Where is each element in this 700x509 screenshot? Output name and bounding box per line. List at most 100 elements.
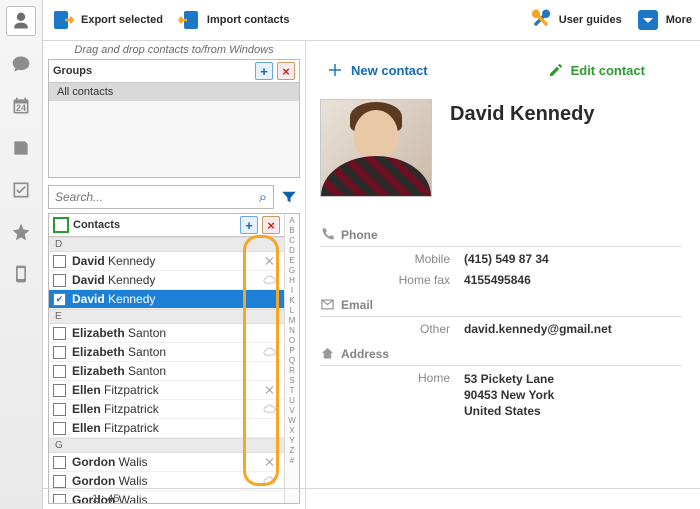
contact-row[interactable]: Ellen Fitzpatrick xyxy=(49,419,284,438)
add-contact-button[interactable]: + xyxy=(240,216,258,234)
contacts-list[interactable]: Contacts + × DDavid KennedyDavid Kennedy… xyxy=(49,214,284,503)
delete-contact-button[interactable]: × xyxy=(262,216,280,234)
row-checkbox[interactable] xyxy=(53,255,66,268)
alpha-E[interactable]: E xyxy=(289,256,294,266)
edit-contact-label: Edit contact xyxy=(571,63,645,78)
search-input[interactable] xyxy=(49,190,253,204)
row-checkbox[interactable] xyxy=(53,403,66,416)
select-all-checkbox[interactable] xyxy=(53,217,69,233)
rail-calendar[interactable]: 24 xyxy=(7,92,35,120)
group-all-contacts[interactable]: All contacts xyxy=(49,83,299,101)
alpha-C[interactable]: C xyxy=(289,236,295,246)
contact-row[interactable]: Ellen Fitzpatrick xyxy=(49,381,284,400)
more-button[interactable]: More xyxy=(636,8,692,32)
alpha-A[interactable]: A xyxy=(289,216,294,226)
rail-contacts[interactable] xyxy=(6,6,36,36)
add-group-button[interactable]: + xyxy=(255,62,273,80)
row-name: Elizabeth Santon xyxy=(72,345,252,359)
import-contacts-button[interactable]: Import contacts xyxy=(177,8,290,32)
alpha-M[interactable]: M xyxy=(289,316,296,326)
contact-row[interactable]: David Kennedy xyxy=(49,252,284,271)
row-name: Ellen Fitzpatrick xyxy=(72,402,252,416)
row-name: Elizabeth Santon xyxy=(72,326,252,340)
rail-messages[interactable] xyxy=(7,50,35,78)
row-name: Elizabeth Santon xyxy=(72,364,252,378)
calendar-day: 24 xyxy=(16,103,26,113)
search-icon[interactable]: ⌕ xyxy=(253,189,273,206)
alpha-N[interactable]: N xyxy=(289,326,295,336)
edit-contact-button[interactable]: Edit contact xyxy=(548,61,645,79)
new-contact-button[interactable]: New contact xyxy=(326,61,428,79)
plus-icon xyxy=(326,61,344,79)
import-label: Import contacts xyxy=(207,15,290,26)
contact-row[interactable]: Elizabeth Santon xyxy=(49,362,284,381)
alpha-B[interactable]: B xyxy=(289,226,294,236)
row-checkbox[interactable] xyxy=(53,346,66,359)
more-label: More xyxy=(666,15,692,26)
alpha-Q[interactable]: Q xyxy=(289,356,295,366)
alpha-K[interactable]: K xyxy=(289,296,294,306)
chevron-down-icon xyxy=(636,8,660,32)
contact-name: David Kennedy xyxy=(450,103,594,126)
alpha-I[interactable]: I xyxy=(291,286,293,296)
alpha-O[interactable]: O xyxy=(289,336,295,346)
row-checkbox[interactable] xyxy=(53,274,66,287)
address-section-title: Address xyxy=(341,347,389,361)
row-name: Gordon Walis xyxy=(72,474,252,488)
cloud-icon xyxy=(258,274,280,286)
alpha-Y[interactable]: Y xyxy=(289,436,294,446)
row-checkbox[interactable] xyxy=(53,365,66,378)
alpha-X[interactable]: X xyxy=(289,426,294,436)
email-section-title: Email xyxy=(341,298,373,312)
phone-icon xyxy=(320,227,335,242)
row-checkbox[interactable] xyxy=(53,327,66,340)
alpha-D[interactable]: D xyxy=(289,246,295,256)
alpha-H[interactable]: H xyxy=(289,276,295,286)
alpha-V[interactable]: V xyxy=(289,406,294,416)
alpha-S[interactable]: S xyxy=(289,376,294,386)
alpha-P[interactable]: P xyxy=(289,346,294,356)
alpha-W[interactable]: W xyxy=(288,416,296,426)
rail-device[interactable] xyxy=(7,260,35,288)
alpha-T[interactable]: T xyxy=(290,386,295,396)
rail-notes[interactable] xyxy=(7,134,35,162)
filter-button[interactable] xyxy=(278,186,300,208)
rail-favorites[interactable] xyxy=(7,218,35,246)
address-value: 53 Pickety Lane 90453 New York United St… xyxy=(464,371,554,419)
unsynced-icon xyxy=(258,255,280,267)
alpha-Z[interactable]: Z xyxy=(290,446,295,456)
row-checkbox[interactable] xyxy=(53,475,66,488)
contact-row[interactable]: Gordon Walis xyxy=(49,453,284,472)
alpha-index[interactable]: ABCDEGHIKLMNOPQRSTUVWXYZ# xyxy=(284,214,299,503)
section-E: E xyxy=(49,309,284,324)
new-contact-label: New contact xyxy=(351,63,428,78)
contact-row[interactable]: Elizabeth Santon xyxy=(49,343,284,362)
export-icon xyxy=(51,8,75,32)
alpha-L[interactable]: L xyxy=(290,306,294,316)
groups-panel: Groups + × All contacts xyxy=(48,59,300,178)
cloud-icon xyxy=(258,475,280,487)
user-guides-button[interactable]: User guides xyxy=(529,8,622,32)
contact-row[interactable]: Elizabeth Santon xyxy=(49,324,284,343)
row-checkbox[interactable] xyxy=(53,422,66,435)
alpha-R[interactable]: R xyxy=(289,366,295,376)
rail-tasks[interactable] xyxy=(7,176,35,204)
pencil-icon xyxy=(548,62,564,78)
home-icon xyxy=(320,346,335,361)
contact-row[interactable]: David Kennedy xyxy=(49,271,284,290)
row-checkbox[interactable] xyxy=(53,293,66,306)
delete-group-button[interactable]: × xyxy=(277,62,295,80)
groups-title: Groups xyxy=(53,65,251,77)
search-box[interactable]: ⌕ xyxy=(48,185,274,209)
row-checkbox[interactable] xyxy=(53,456,66,469)
export-selected-button[interactable]: Export selected xyxy=(51,8,163,32)
alpha-G[interactable]: G xyxy=(289,266,295,276)
row-name: Ellen Fitzpatrick xyxy=(72,383,252,397)
contact-row[interactable]: Ellen Fitzpatrick xyxy=(49,400,284,419)
contact-row[interactable]: David Kennedy xyxy=(49,290,284,309)
alpha-#[interactable]: # xyxy=(290,456,294,466)
alpha-U[interactable]: U xyxy=(289,396,295,406)
avatar xyxy=(320,99,432,197)
unsynced-icon xyxy=(258,384,280,396)
row-checkbox[interactable] xyxy=(53,384,66,397)
